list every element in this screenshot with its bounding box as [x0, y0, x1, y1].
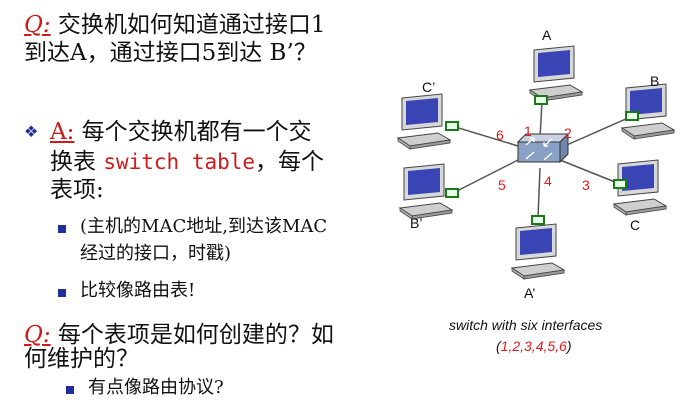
network-diagram: A B C A’ B’ C’ 1 2 3 4 5 6 switch with s…: [397, 27, 675, 354]
host-c-prime-label: C’: [422, 79, 435, 95]
port-3-label: 3: [582, 177, 590, 193]
port-5-label: 5: [498, 177, 506, 193]
host-c: C: [613, 159, 667, 233]
port-2-label: 2: [564, 125, 572, 141]
diagram-caption-ports: (1,2,3,4,5,6): [496, 338, 572, 354]
host-b: B: [621, 73, 675, 140]
host-b-label: B: [650, 73, 659, 89]
host-a: A: [529, 27, 583, 105]
port-4-label: 4: [544, 173, 552, 189]
host-b-prime-label: B’: [410, 215, 422, 231]
port-6-label: 6: [496, 127, 504, 143]
link-3: [559, 159, 621, 185]
host-a-label: A: [542, 27, 552, 43]
host-c-prime: C’: [397, 79, 459, 150]
link-5: [454, 159, 519, 193]
host-a-prime-label: A’: [524, 285, 535, 301]
link-6: [451, 125, 519, 147]
host-b-prime: B’: [399, 163, 459, 231]
host-c-label: C: [630, 217, 640, 233]
host-a-prime: A’: [511, 215, 565, 301]
port-1-label: 1: [524, 123, 532, 139]
link-1: [539, 101, 543, 139]
diagram-caption: switch with six interfaces: [449, 317, 602, 333]
link-4: [537, 167, 541, 219]
slide: Q: 交换机如何知道通过接口1 到达A，通过接口5到达 B’？ ❖ A: 每个交…: [0, 0, 682, 411]
